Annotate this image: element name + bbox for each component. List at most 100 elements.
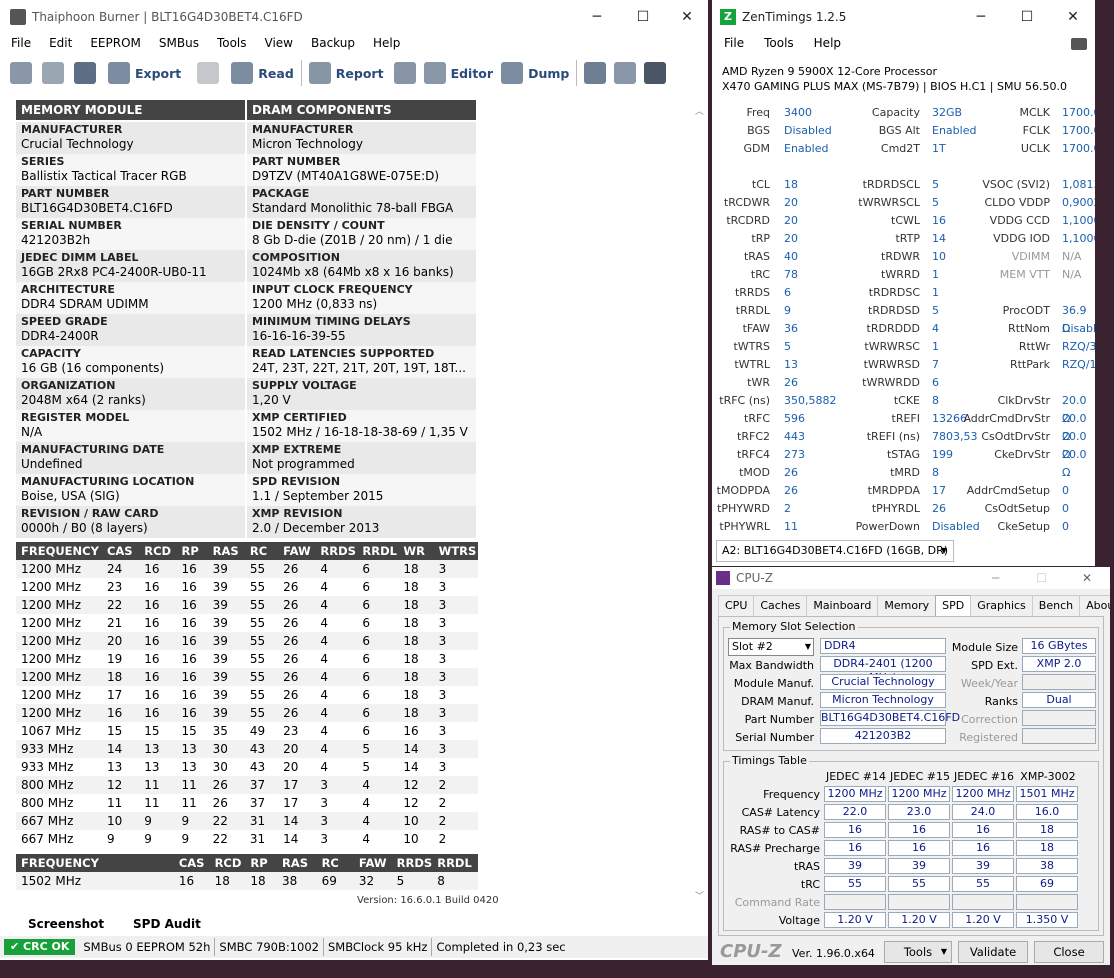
table-row: 1502 MHz 16 18 18 38 69 32 5 8 <box>16 872 478 890</box>
menu-item-eeprom[interactable]: EEPROM <box>79 34 148 54</box>
read-button[interactable]: Read <box>227 58 298 88</box>
tab-graphics[interactable]: Graphics <box>970 595 1033 617</box>
table-cell: 6 <box>362 616 371 630</box>
tab-spd[interactable]: SPD <box>935 595 972 617</box>
report-button[interactable]: Report <box>305 58 388 88</box>
timing-value: 1200 MHz <box>952 786 1014 802</box>
table-cell: 22 <box>207 812 245 830</box>
table-cell: 3 <box>433 632 478 650</box>
close-button[interactable]: ✕ <box>664 0 708 34</box>
lock-icon[interactable] <box>197 62 220 84</box>
menu-item-edit[interactable]: Edit <box>38 34 79 54</box>
menu-item-backup[interactable]: Backup <box>300 34 362 54</box>
table-cell: 16 <box>176 560 208 578</box>
table-cell: 26 <box>278 560 316 578</box>
vertical-scrollbar[interactable]: ︿ ﹀ <box>694 104 706 902</box>
menu-item-help[interactable]: Help <box>362 34 407 54</box>
maximize-button[interactable]: ☐ <box>1036 567 1047 589</box>
table-cell: 39 <box>212 652 228 666</box>
menu-item-file[interactable]: File <box>712 36 752 50</box>
timing-row: tMOD 26 tMRD 8 <box>712 464 1095 482</box>
info-row: REGISTER MODEL N/A XMP CERTIFIED 1502 MHz /… <box>16 410 478 442</box>
tools-button[interactable]: Tools ▼ <box>884 941 952 963</box>
camera-icon[interactable] <box>1071 38 1087 50</box>
module-select[interactable]: A2: BLT16G4D30BET4.C16FD (16GB, DR) ▼ <box>716 540 954 562</box>
table-cell: 15 <box>144 724 160 738</box>
tab-about[interactable]: About <box>1079 595 1110 617</box>
slot-select[interactable]: Slot #2 ▼ <box>728 638 814 656</box>
validate-button[interactable]: Validate <box>958 941 1028 963</box>
table-cell: 3 <box>438 616 447 630</box>
minimize-button[interactable]: ─ <box>992 567 999 589</box>
copy-icon[interactable] <box>614 62 637 84</box>
field-label: COMPOSITION <box>252 251 340 264</box>
timing-value: 18 <box>784 178 798 191</box>
close-button[interactable]: Close <box>1034 941 1104 963</box>
close-button[interactable]: ✕ <box>1082 567 1092 589</box>
column-header: RAS <box>207 542 245 560</box>
table-cell: 12 <box>403 796 419 810</box>
timing-value: N/A <box>1062 250 1082 263</box>
menu-item-tools[interactable]: Tools <box>752 36 802 50</box>
timing-label: tRDWR <box>881 250 920 263</box>
save-icon[interactable] <box>74 62 96 84</box>
tab-screenshot[interactable]: Screenshot <box>28 917 104 931</box>
timing-value: 443 <box>784 430 805 443</box>
column-header: FREQUENCY <box>16 854 99 872</box>
module-cell: MANUFACTURER Crucial Technology <box>16 122 245 154</box>
table-cell: 26 <box>278 596 316 614</box>
monitor-icon[interactable] <box>644 62 667 84</box>
chip-icon[interactable] <box>584 62 607 84</box>
table-cell: 11 <box>181 796 197 810</box>
timing-label: tMOD <box>739 466 770 479</box>
table-cell: 15 <box>181 724 197 738</box>
wrench-icon[interactable] <box>393 62 416 84</box>
spd-panel: Memory Slot Selection Slot #2 ▼ DDR4 Modu… <box>718 616 1104 936</box>
menu-item-file[interactable]: File <box>0 34 38 54</box>
system-info: AMD Ryzen 9 5900X 12-Core Processor X470… <box>722 64 1067 94</box>
table-cell: 37 <box>249 796 266 810</box>
maximize-button[interactable]: ☐ <box>620 0 666 34</box>
close-button[interactable]: ✕ <box>1050 0 1095 34</box>
tab-caches[interactable]: Caches <box>753 595 808 617</box>
menu-item-help[interactable]: Help <box>802 36 849 50</box>
table-row: 800 MHz 11 11 11 26 37 17 3 4 12 2 <box>16 794 478 812</box>
tab-mainboard[interactable]: Mainboard <box>806 595 879 617</box>
scroll-down-icon[interactable]: ﹀ <box>695 889 704 902</box>
tab-bench[interactable]: Bench <box>1031 595 1081 617</box>
export-button[interactable]: Export <box>104 58 185 88</box>
menu-item-smbus[interactable]: SMBus <box>148 34 206 54</box>
table-row: 1200 MHz 23 16 16 39 55 26 4 6 18 3 <box>16 578 478 596</box>
timing-label: RttPark <box>1009 358 1050 371</box>
minimize-button[interactable]: ─ <box>574 0 620 34</box>
table-cell: 3 <box>320 796 329 810</box>
minimize-button[interactable]: ─ <box>958 0 1004 34</box>
table-cell: 3 <box>433 596 478 614</box>
tab-memory[interactable]: Memory <box>877 595 937 617</box>
scroll-up-icon[interactable]: ︿ <box>695 104 704 117</box>
maximize-button[interactable]: ☐ <box>1004 0 1050 34</box>
menu-item-tools[interactable]: Tools <box>206 34 254 54</box>
timing-label: tRFC (ns) <box>719 394 770 407</box>
table-cell: 24 <box>101 560 140 578</box>
timing-label: tWTRS <box>733 340 770 353</box>
settings-icon[interactable] <box>10 62 32 84</box>
max-bandwidth-label: Max Bandwidth <box>729 659 814 672</box>
field-label: REVISION / RAW CARD <box>21 507 159 520</box>
dump-button[interactable]: Dump <box>497 58 573 88</box>
tab-spd-audit[interactable]: SPD Audit <box>133 917 201 931</box>
timing-value: 350,5882 <box>784 394 837 407</box>
toolbar: Export Read Report Editor Dump <box>0 56 708 90</box>
tab-cpu[interactable]: CPU <box>718 595 755 617</box>
column-header: WTRS <box>433 542 478 560</box>
table-cell: 1200 MHz <box>21 580 82 594</box>
table-cell: 20 <box>278 740 316 758</box>
editor-button[interactable]: Editor <box>420 58 498 88</box>
menu-item-view[interactable]: View <box>254 34 300 54</box>
timing-label: tSTAG <box>886 448 920 461</box>
timing-label: GDM <box>743 142 771 155</box>
open-icon[interactable] <box>42 62 64 84</box>
table-cell: 18 <box>398 596 434 614</box>
timing-label: VDDG IOD <box>993 232 1050 245</box>
table-cell: 26 <box>283 688 299 702</box>
